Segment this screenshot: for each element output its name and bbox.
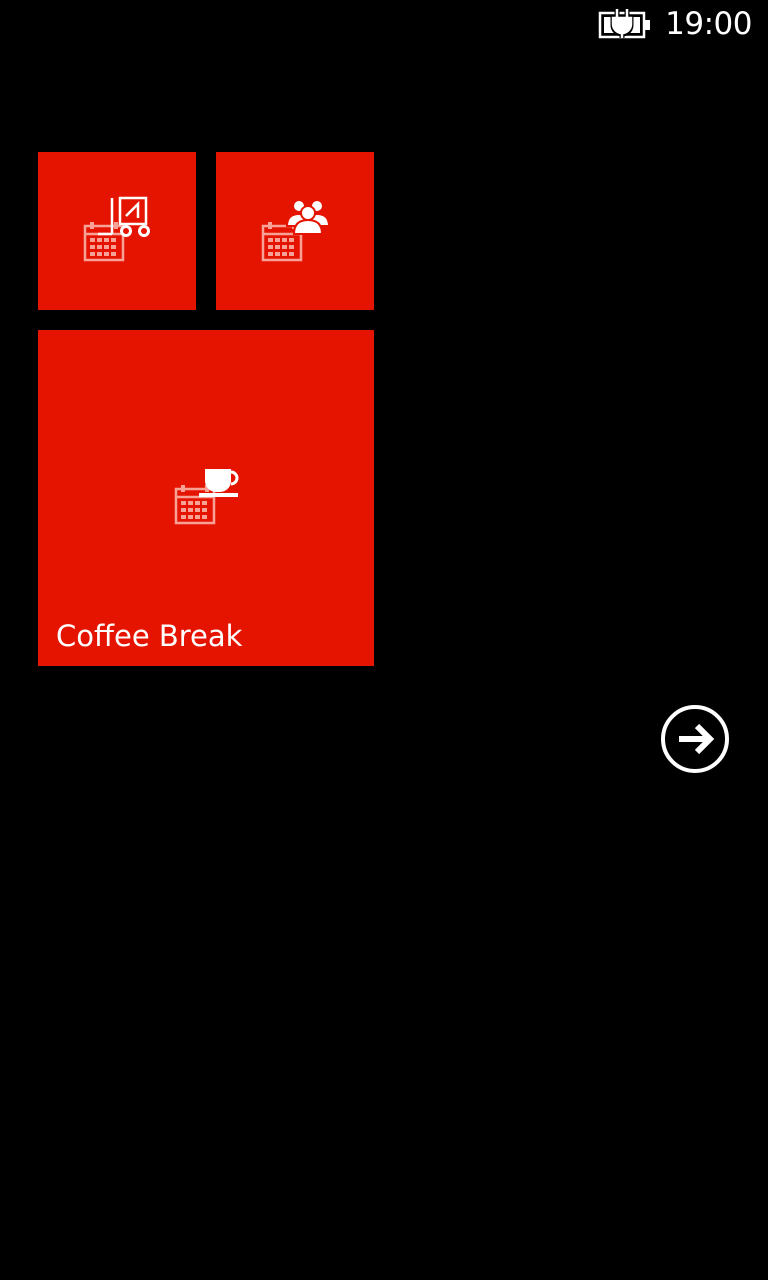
battery-charging-icon bbox=[598, 9, 650, 39]
tile-coffee-break[interactable]: Coffee Break bbox=[38, 330, 374, 666]
arrow-right-circle-icon[interactable] bbox=[660, 704, 730, 774]
status-clock: 19:00 bbox=[665, 6, 752, 42]
calendar-coffee-icon bbox=[174, 469, 239, 525]
calendar-forklift-icon bbox=[83, 196, 150, 262]
calendar-group-icon bbox=[261, 199, 331, 262]
tile-calendar-group[interactable] bbox=[216, 152, 374, 310]
tile-label: Coffee Break bbox=[56, 619, 243, 653]
tile-calendar-forklift[interactable] bbox=[38, 152, 196, 310]
start-screen: 19:00 Coffee Break bbox=[0, 0, 768, 1280]
